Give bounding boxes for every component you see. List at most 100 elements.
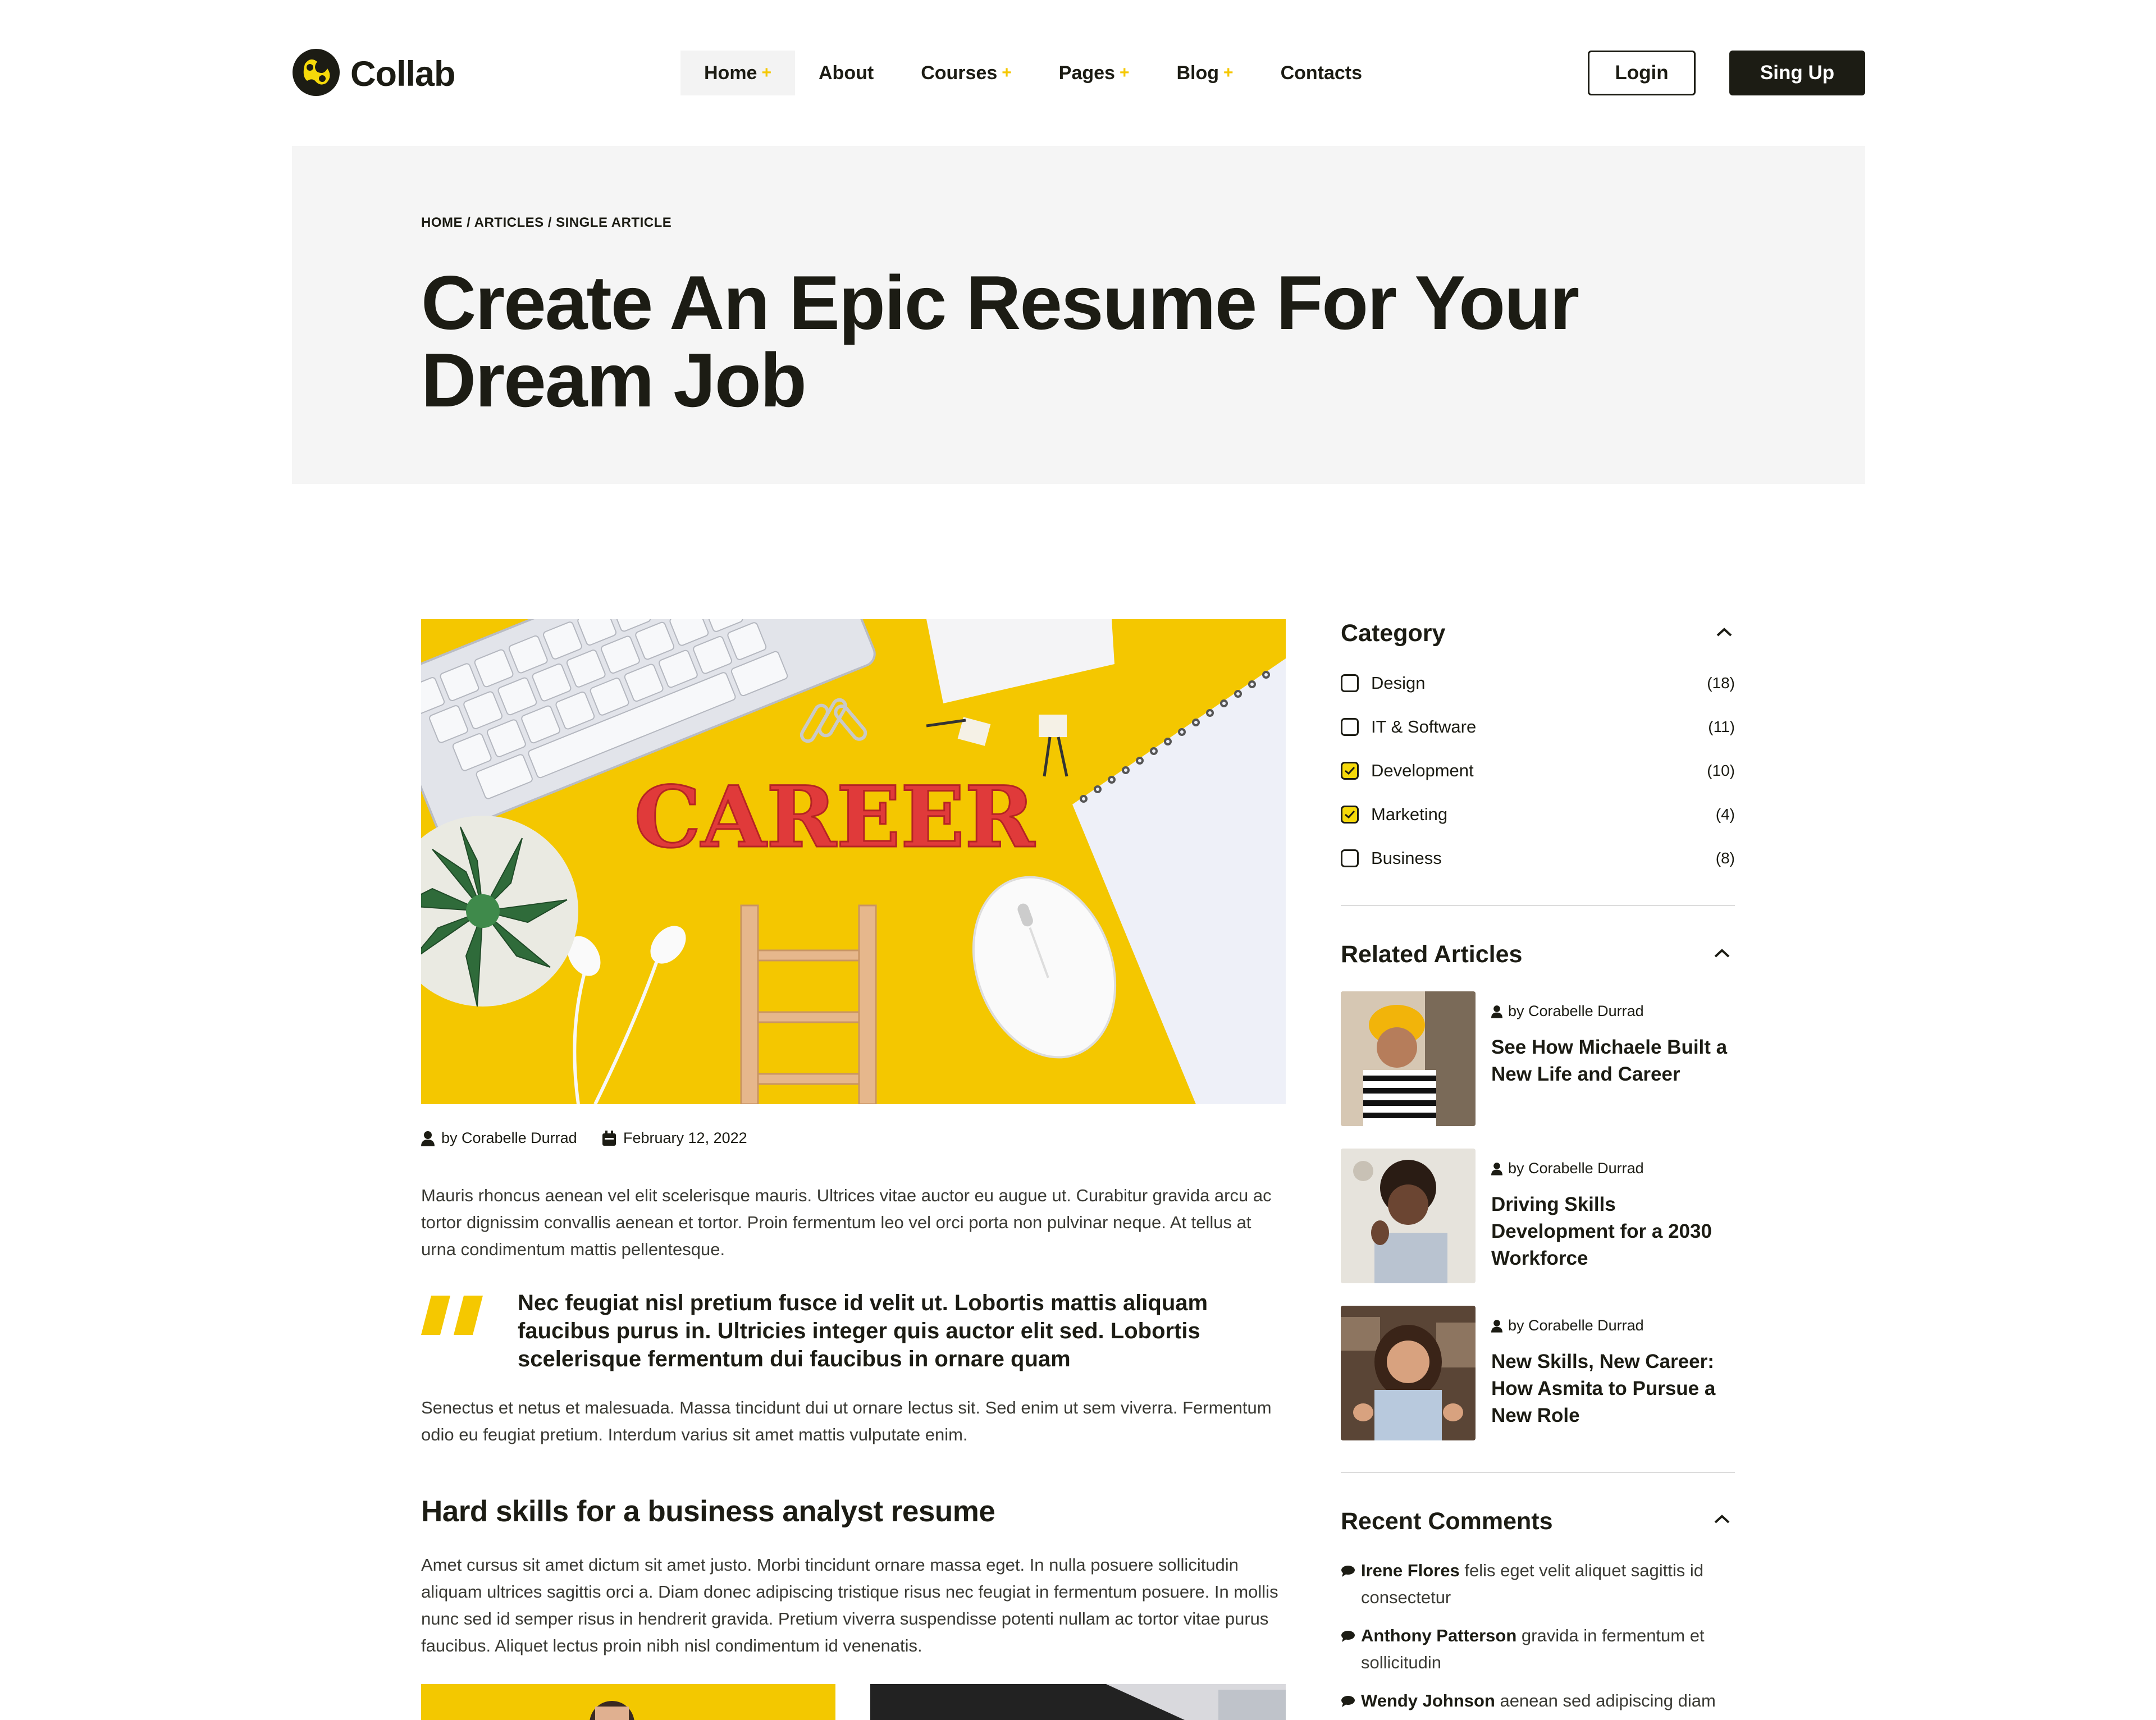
comment-item[interactable]: Irene Flores felis eget velit aliquet sa…: [1341, 1557, 1735, 1611]
person-photo: [590, 1701, 634, 1720]
comment-item[interactable]: Wendy Johnson aenean sed adipiscing diam: [1341, 1687, 1735, 1714]
article-paragraph-3: Amet cursus sit amet dictum sit amet jus…: [421, 1555, 1278, 1655]
checkbox-checked[interactable]: [1341, 762, 1359, 780]
nav-blog-label: Blog: [1176, 62, 1219, 84]
comment-bubble-icon: [1341, 1696, 1355, 1707]
related-article-author[interactable]: by Corabelle Durrad: [1491, 1317, 1644, 1334]
chevron-up-icon[interactable]: [1714, 1513, 1730, 1525]
plus-icon: +: [1223, 63, 1234, 82]
category-count: (4): [1715, 806, 1735, 823]
comment-bubble-icon: [1341, 1631, 1355, 1642]
chevron-up-icon[interactable]: [1716, 626, 1733, 638]
smiling-woman-photo: [1341, 1306, 1476, 1440]
chevron-up-icon[interactable]: [1714, 948, 1730, 959]
desk-photo: [1106, 1684, 1286, 1720]
comment-author: Irene Flores: [1361, 1561, 1460, 1580]
signup-button[interactable]: Sing Up: [1729, 51, 1865, 95]
nav-pages-label: Pages: [1058, 62, 1115, 84]
nav-about[interactable]: About: [795, 51, 897, 95]
article-paragraph-1: Mauris rhoncus aenean vel elit scelerisq…: [421, 1186, 1272, 1259]
comment-author: Anthony Patterson: [1361, 1626, 1517, 1645]
plus-icon: +: [761, 63, 771, 82]
article-author[interactable]: by Corabelle Durrad: [421, 1129, 577, 1147]
category-count: (8): [1715, 849, 1735, 867]
sidebar-divider: [1341, 1472, 1735, 1473]
comment-author: Wendy Johnson: [1361, 1691, 1495, 1710]
related-article-image[interactable]: [1341, 1306, 1476, 1440]
related-article-author[interactable]: by Corabelle Durrad: [1491, 1003, 1644, 1020]
calendar-icon: [602, 1130, 616, 1146]
article-inline-image-2: [870, 1684, 1286, 1720]
checkbox[interactable]: [1341, 674, 1359, 692]
quote-icon: [421, 1296, 483, 1335]
category-item-marketing[interactable]: Marketing (4): [1341, 803, 1735, 826]
nav-blog[interactable]: Blog +: [1153, 51, 1257, 95]
comment-item[interactable]: Anthony Patterson gravida in fermentum e…: [1341, 1622, 1735, 1676]
comment-bubble-icon: [1341, 1566, 1355, 1577]
article-date: February 12, 2022: [602, 1129, 747, 1147]
nav-about-label: About: [819, 62, 874, 84]
article-date-text: February 12, 2022: [623, 1129, 747, 1146]
category-count: (10): [1707, 762, 1735, 779]
recent-comments-title: Recent Comments: [1341, 1508, 1553, 1535]
related-article-author-name: by Corabelle Durrad: [1508, 1160, 1644, 1177]
user-icon: [421, 1131, 435, 1146]
career-desk-illustration: CAREER: [421, 619, 1286, 1104]
nav-home-label: Home: [704, 62, 757, 84]
category-count: (11): [1708, 718, 1735, 735]
nav-pages[interactable]: Pages +: [1035, 51, 1153, 95]
related-article-image[interactable]: [1341, 1149, 1476, 1283]
category-label: IT & Software: [1371, 717, 1477, 737]
page-title-line1: Create An Epic Resume For Your: [421, 260, 1579, 345]
checkbox[interactable]: [1341, 849, 1359, 867]
category-label: Development: [1371, 761, 1474, 780]
main-nav: Home + About Courses + Pages + Blog + Contac…: [680, 51, 1386, 95]
related-article-title[interactable]: New Skills, New Career: How Asmita to Pu…: [1491, 1348, 1738, 1429]
related-article-author-name: by Corabelle Durrad: [1508, 1317, 1644, 1334]
category-label: Design: [1371, 673, 1426, 693]
related-article-title[interactable]: See How Michaele Built a New Life and Ca…: [1491, 1034, 1738, 1088]
checkbox-checked[interactable]: [1341, 806, 1359, 824]
comment-text: aenean sed adipiscing diam: [1500, 1691, 1716, 1710]
checkbox[interactable]: [1341, 718, 1359, 736]
related-article-title[interactable]: Driving Skills Development for a 2030 Wo…: [1491, 1191, 1738, 1272]
breadcrumb[interactable]: HOME / ARTICLES / SINGLE ARTICLE: [421, 215, 672, 231]
login-button[interactable]: Login: [1588, 51, 1696, 95]
category-title: Category: [1341, 620, 1446, 647]
category-item-development[interactable]: Development (10): [1341, 760, 1735, 782]
page-title-line2: Dream Job: [421, 337, 807, 423]
user-icon: [1491, 1162, 1502, 1175]
article-blockquote: Nec feugiat nisl pretium fusce id velit …: [518, 1291, 1208, 1371]
related-articles-title: Related Articles: [1341, 941, 1523, 968]
collab-logo-icon[interactable]: [291, 47, 341, 98]
article-author-name: by Corabelle Durrad: [441, 1129, 577, 1146]
related-article-author[interactable]: by Corabelle Durrad: [1491, 1160, 1644, 1177]
related-article-image[interactable]: [1341, 991, 1476, 1126]
nav-home[interactable]: Home +: [680, 51, 795, 95]
category-label: Business: [1371, 848, 1442, 868]
page-title: Create An Epic Resume For Your Dream Job: [421, 264, 1600, 419]
man-waving-photo: [1341, 1149, 1476, 1283]
category-item-business[interactable]: Business (8): [1341, 847, 1735, 870]
category-count: (18): [1707, 674, 1735, 692]
woman-yellow-beanie-photo: [1341, 991, 1476, 1126]
user-icon: [1491, 1005, 1502, 1018]
brand-name[interactable]: Collab: [350, 54, 456, 94]
check-icon: [1345, 766, 1355, 775]
category-label: Marketing: [1371, 804, 1448, 824]
user-icon: [1491, 1319, 1502, 1333]
nav-courses-label: Courses: [921, 62, 998, 84]
category-item-design[interactable]: Design (18): [1341, 672, 1735, 694]
category-item-it-software[interactable]: IT & Software (11): [1341, 716, 1735, 738]
plus-icon: +: [1002, 63, 1012, 82]
nav-courses[interactable]: Courses +: [897, 51, 1035, 95]
check-icon: [1345, 810, 1355, 819]
career-word: CAREER: [634, 768, 1035, 867]
plus-icon: +: [1119, 63, 1130, 82]
nav-contacts[interactable]: Contacts: [1257, 51, 1386, 95]
article-hero-image: CAREER: [421, 619, 1286, 1104]
article-inline-image-1: [421, 1684, 835, 1720]
article-subheading: Hard skills for a business analyst resum…: [421, 1495, 995, 1528]
sidebar-divider: [1341, 905, 1735, 906]
nav-contacts-label: Contacts: [1280, 62, 1363, 84]
